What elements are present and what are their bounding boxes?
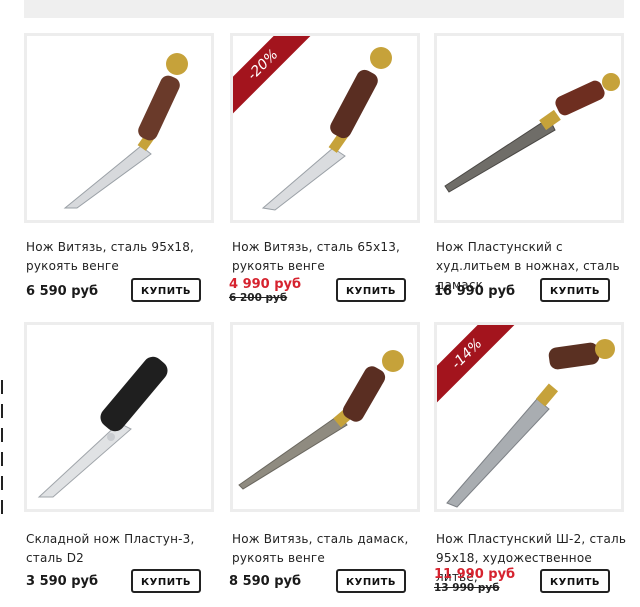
buy-button[interactable]: КУПИТЬ [336,278,406,302]
knife-image [37,356,168,498]
buy-button[interactable]: КУПИТЬ [131,569,201,593]
product-image-card[interactable] [24,33,214,223]
product-title[interactable]: Нож Витязь, сталь 95х18, рукоять венге [26,238,226,276]
knife-image [261,47,392,211]
knife-image [63,53,188,209]
product-title[interactable]: Нож Витязь, сталь дамаск, рукоять венге [232,530,432,568]
product-price: 3 590 руб [26,574,99,589]
old-price: 6 200 руб [229,292,288,304]
product-title[interactable]: Нож Витязь, сталь 65х13, рукоять венге [232,238,432,276]
knife-image [446,339,615,508]
product-price: 4 990 руб [229,277,302,292]
knife-image [238,350,404,490]
old-price: 13 990 руб [434,582,500,594]
product-price: 6 590 руб [26,284,99,299]
knife-image [444,73,620,193]
product-price: 8 590 руб [229,574,302,589]
buy-button[interactable]: КУПИТЬ [131,278,201,302]
product-image-card[interactable]: -14% [434,322,624,512]
buy-button[interactable]: КУПИТЬ [540,278,610,302]
product-price: 16 990 руб [434,284,516,299]
product-image-card[interactable] [230,322,420,512]
product-title[interactable]: Складной нож Пластун-3, сталь D2 [26,530,226,568]
product-price: 11 990 руб [434,567,516,582]
product-image-card[interactable] [24,322,214,512]
product-image-card[interactable] [434,33,624,223]
buy-button[interactable]: КУПИТЬ [336,569,406,593]
left-edge-marks [0,380,4,580]
buy-button[interactable]: КУПИТЬ [540,569,610,593]
top-bar [24,0,624,18]
product-image-card[interactable]: -20% [230,33,420,223]
